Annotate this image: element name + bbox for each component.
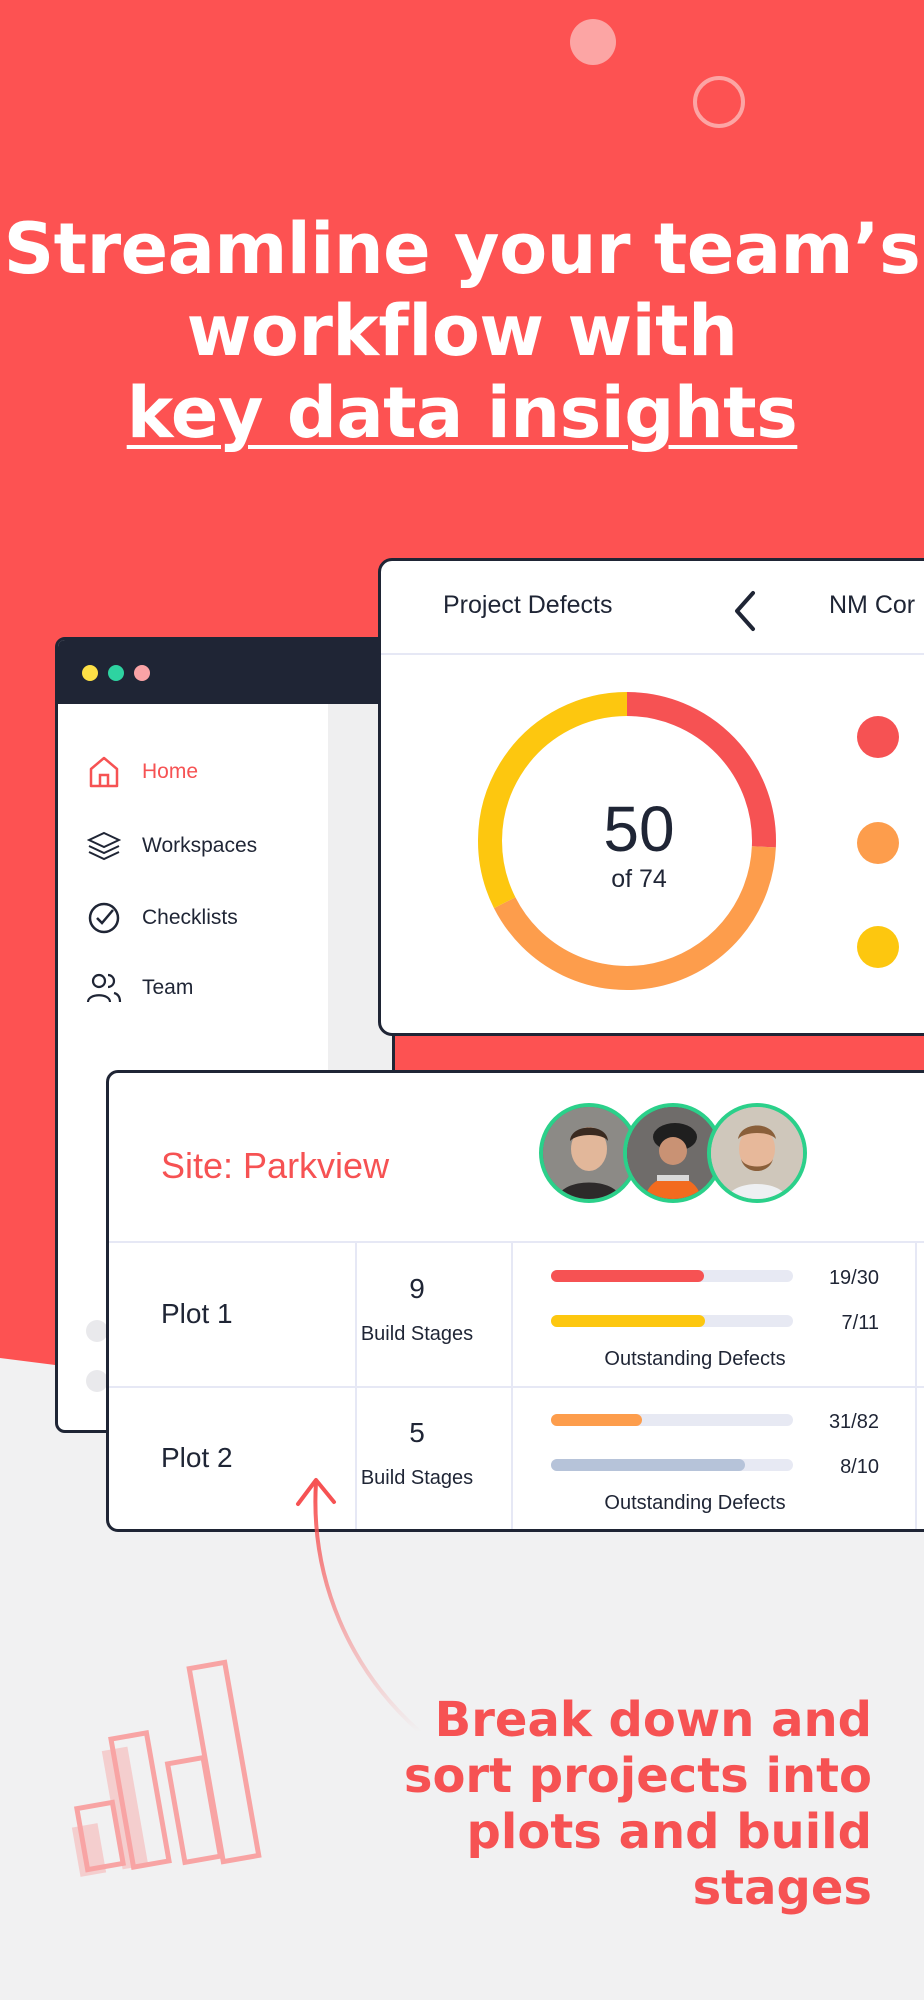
project-defects-card: Project Defects NM Cor 50 of 74 [378, 558, 924, 1036]
defect-progress-bar [551, 1270, 793, 1282]
headline-line-2: workflow with [186, 290, 738, 372]
legend-dot-yellow [857, 926, 899, 968]
defects-total: of 74 [611, 865, 667, 893]
defect-ratio: 7/11 [841, 1312, 879, 1334]
defect-progress-bar [551, 1414, 793, 1426]
placeholder-item [86, 1370, 108, 1392]
defect-ratio: 8/10 [840, 1456, 879, 1478]
tab-next-project[interactable]: NM Cor [829, 591, 915, 620]
window-dot-green[interactable] [108, 665, 124, 681]
feature-caption: Break down and sort projects into plots … [372, 1692, 872, 1916]
defects-header: Project Defects NM Cor [381, 561, 924, 655]
site-title: Site: Parkview [161, 1145, 390, 1186]
outstanding-defects-label: Outstanding Defects [604, 1348, 786, 1370]
home-icon [86, 754, 122, 790]
window-titlebar [58, 640, 392, 704]
caption-line-2: sort projects into [403, 1748, 872, 1804]
sidebar-item-workspaces[interactable]: Workspaces [86, 826, 257, 866]
decor-circle-filled [570, 19, 616, 65]
sidebar-item-label: Home [142, 760, 199, 783]
sidebar-item-team[interactable]: Team [86, 968, 193, 1008]
progress-fill [551, 1459, 745, 1471]
column-divider [915, 1241, 917, 1529]
build-stage-label: Build Stages [360, 1323, 474, 1345]
window-dot-pink[interactable] [134, 665, 150, 681]
sidebar-item-label: Checklists [142, 906, 238, 929]
defect-ratio: 19/30 [828, 1267, 879, 1289]
progress-fill [551, 1270, 705, 1282]
defects-count: 50 [603, 793, 675, 865]
row-divider [109, 1386, 924, 1388]
window-dot-yellow[interactable] [82, 665, 98, 681]
defects-title: Project Defects [443, 591, 613, 619]
hero-headline: Streamline your team’s workflow with key… [0, 208, 924, 454]
layers-icon [86, 828, 122, 864]
headline-line-1: Streamline your team’s [3, 208, 921, 290]
progress-fill [551, 1315, 705, 1327]
outstanding-defects-label: Outstanding Defects [604, 1492, 786, 1514]
row-divider [109, 1241, 924, 1243]
sidebar-item-checklists[interactable]: Checklists [86, 898, 238, 938]
plot-name: Plot 1 [161, 1298, 233, 1329]
sidebar-item-home[interactable]: Home [86, 752, 198, 792]
chevron-left-icon[interactable] [729, 589, 759, 638]
plot-name: Plot 2 [161, 1442, 233, 1473]
defect-progress-bar [551, 1459, 793, 1471]
users-icon [86, 970, 122, 1006]
progress-fill [551, 1414, 643, 1426]
caption-line-3: plots and build [466, 1804, 872, 1860]
column-divider [511, 1241, 513, 1529]
caption-line-4: stages [692, 1860, 872, 1916]
bar-graph-icon [71, 1659, 262, 1877]
headline-line-3: key data insights [126, 372, 798, 454]
legend-dot-red [857, 716, 899, 758]
build-stage-count: 5 [409, 1417, 425, 1448]
site-card: Site: Parkview Plot 1 9 Build Stages 19/… [106, 1070, 924, 1532]
sidebar-item-label: Workspaces [142, 834, 258, 857]
check-circle-icon [86, 900, 122, 936]
caption-line-1: Break down and [434, 1692, 872, 1748]
build-stage-count: 9 [409, 1273, 425, 1304]
avatar[interactable] [707, 1103, 807, 1203]
placeholder-item [86, 1320, 108, 1342]
legend-dot-orange [857, 822, 899, 864]
sidebar-item-label: Team [142, 976, 194, 999]
defect-progress-bar [551, 1315, 793, 1327]
defect-ratio: 31/82 [828, 1411, 879, 1433]
